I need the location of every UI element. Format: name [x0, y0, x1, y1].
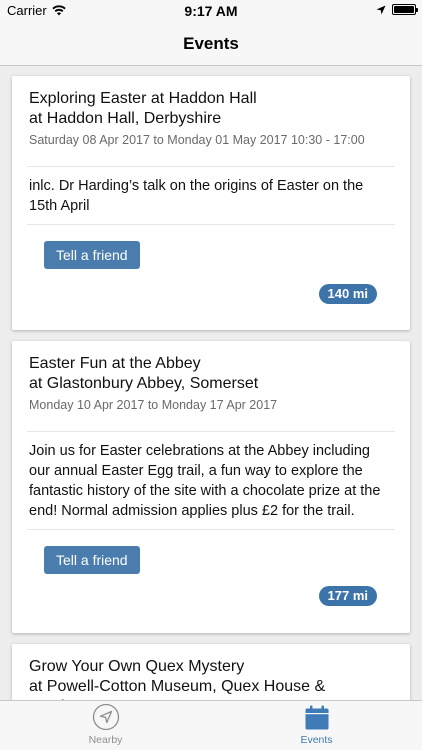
- tab-bar: Nearby Events: [0, 700, 422, 750]
- events-list[interactable]: Exploring Easter at Haddon Hall at Haddo…: [0, 66, 422, 700]
- battery-icon: [392, 4, 418, 15]
- location-services-icon: [376, 5, 386, 14]
- tab-label: Nearby: [88, 734, 123, 746]
- event-dates: Monday 10 Apr 2017 to Monday 17 Apr 2017: [29, 398, 278, 412]
- event-card[interactable]: Exploring Easter at Haddon Hall at Haddo…: [12, 76, 410, 330]
- event-title: Easter Fun at the Abbey at Glastonbury A…: [29, 341, 393, 394]
- event-title: Grow Your Own Quex Mystery at Powell-Cot…: [29, 644, 393, 700]
- event-card[interactable]: Easter Fun at the Abbey at Glastonbury A…: [12, 341, 410, 633]
- status-right: [376, 4, 418, 15]
- calendar-icon: [305, 705, 328, 730]
- status-time: 9:17 AM: [184, 3, 238, 19]
- event-description: Join us for Easter celebrations at the A…: [29, 443, 381, 519]
- status-bar: Carrier 9:17 AM: [0, 0, 422, 22]
- event-card[interactable]: Grow Your Own Quex Mystery at Powell-Cot…: [12, 644, 410, 700]
- tell-a-friend-button[interactable]: Tell a friend: [44, 241, 140, 269]
- event-venue: at Glastonbury Abbey, Somerset: [29, 375, 259, 392]
- tab-events[interactable]: Events: [211, 701, 422, 750]
- divider: [27, 224, 395, 225]
- event-name: Easter Fun at the Abbey: [29, 355, 201, 372]
- navigation-bar: Events: [0, 22, 422, 66]
- event-venue: at Powell-Cotton Museum, Quex House & Ga…: [29, 678, 326, 700]
- event-description: inlc. Dr Harding’s talk on the origins o…: [29, 178, 364, 214]
- event-name: Grow Your Own Quex Mystery: [29, 658, 245, 675]
- page-title: Events: [183, 33, 239, 53]
- divider: [27, 529, 395, 530]
- location-arrow-icon: [92, 703, 119, 731]
- event-title: Exploring Easter at Haddon Hall at Haddo…: [29, 76, 393, 129]
- event-dates: Saturday 08 Apr 2017 to Monday 01 May 20…: [29, 133, 365, 147]
- distance-badge: 177 mi: [318, 586, 377, 606]
- event-venue: at Haddon Hall, Derbyshire: [29, 110, 222, 127]
- tab-label: Events: [300, 734, 333, 746]
- event-name: Exploring Easter at Haddon Hall: [29, 90, 257, 107]
- distance-badge: 140 mi: [318, 284, 377, 304]
- tell-a-friend-button[interactable]: Tell a friend: [44, 546, 140, 574]
- tab-nearby[interactable]: Nearby: [0, 701, 211, 750]
